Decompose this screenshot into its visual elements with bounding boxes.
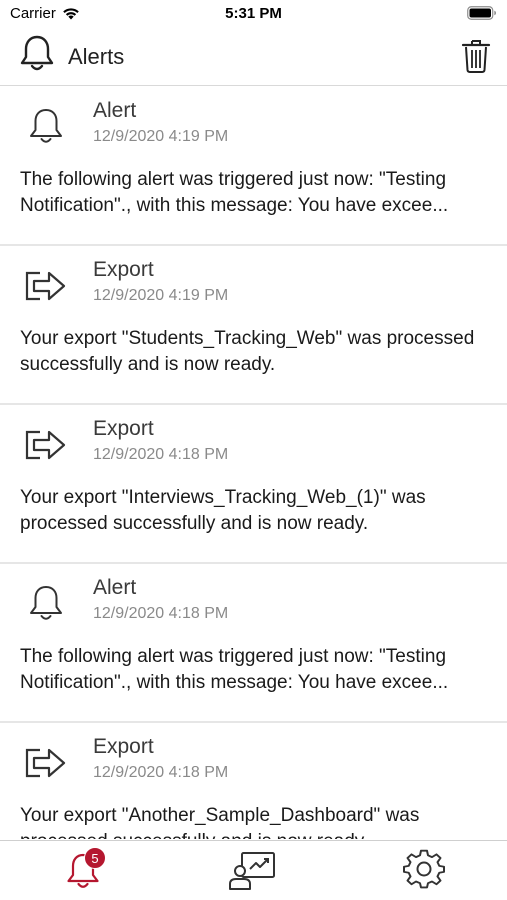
notification-message: Your export "Another_Sample_Dashboard" w… <box>20 805 420 839</box>
notification-timestamp: 12/9/2020 4:19 PM <box>93 287 229 304</box>
notification-list[interactable]: Alert 12/9/2020 4:19 PM The following al… <box>0 87 507 839</box>
export-icon <box>25 430 66 460</box>
notification-count-badge: 5 <box>84 847 106 869</box>
notification-timestamp: 12/9/2020 4:18 PM <box>93 605 229 622</box>
status-time: 5:31 PM <box>225 5 282 22</box>
notification-type: Export <box>93 417 154 440</box>
notification-type: Alert <box>93 576 137 599</box>
bell-icon <box>30 109 62 143</box>
notification-message: Your export "Students_Tracking_Web" was … <box>20 328 475 375</box>
notification-type: Export <box>93 258 154 281</box>
notification-type: Export <box>93 735 154 758</box>
page-title: Alerts <box>68 44 125 69</box>
notification-timestamp: 12/9/2020 4:18 PM <box>93 764 229 781</box>
trash-icon <box>461 40 491 73</box>
tab-dashboards[interactable] <box>228 849 278 895</box>
delete-all-button[interactable] <box>461 38 491 74</box>
tab-alerts[interactable]: 5 <box>60 847 110 895</box>
tab-bar: 5 <box>0 840 507 900</box>
notification-message: The following alert was triggered just n… <box>20 646 449 693</box>
list-item[interactable]: Export 12/9/2020 4:18 PM Your export "An… <box>0 723 507 839</box>
list-item[interactable]: Alert 12/9/2020 4:18 PM The following al… <box>0 564 507 723</box>
status-bar: Carrier 5:31 PM <box>0 0 507 28</box>
list-item[interactable]: Export 12/9/2020 4:18 PM Your export "In… <box>0 405 507 564</box>
bell-icon <box>30 586 62 620</box>
dashboard-icon <box>229 852 275 890</box>
notification-timestamp: 12/9/2020 4:18 PM <box>93 446 229 463</box>
notification-type: Alert <box>93 99 137 122</box>
export-icon <box>25 271 66 301</box>
battery-icon <box>467 6 497 25</box>
list-item[interactable]: Alert 12/9/2020 4:19 PM The following al… <box>0 87 507 246</box>
header-bar: Alerts <box>0 28 507 86</box>
tab-settings[interactable] <box>402 849 452 895</box>
export-icon <box>25 748 66 778</box>
list-item[interactable]: Export 12/9/2020 4:19 PM Your export "St… <box>0 246 507 405</box>
notification-timestamp: 12/9/2020 4:19 PM <box>93 128 229 145</box>
notification-message: The following alert was triggered just n… <box>20 169 449 216</box>
bell-icon <box>20 35 54 71</box>
notification-message: Your export "Interviews_Tracking_Web_(1)… <box>20 487 426 534</box>
gear-icon <box>403 849 445 889</box>
